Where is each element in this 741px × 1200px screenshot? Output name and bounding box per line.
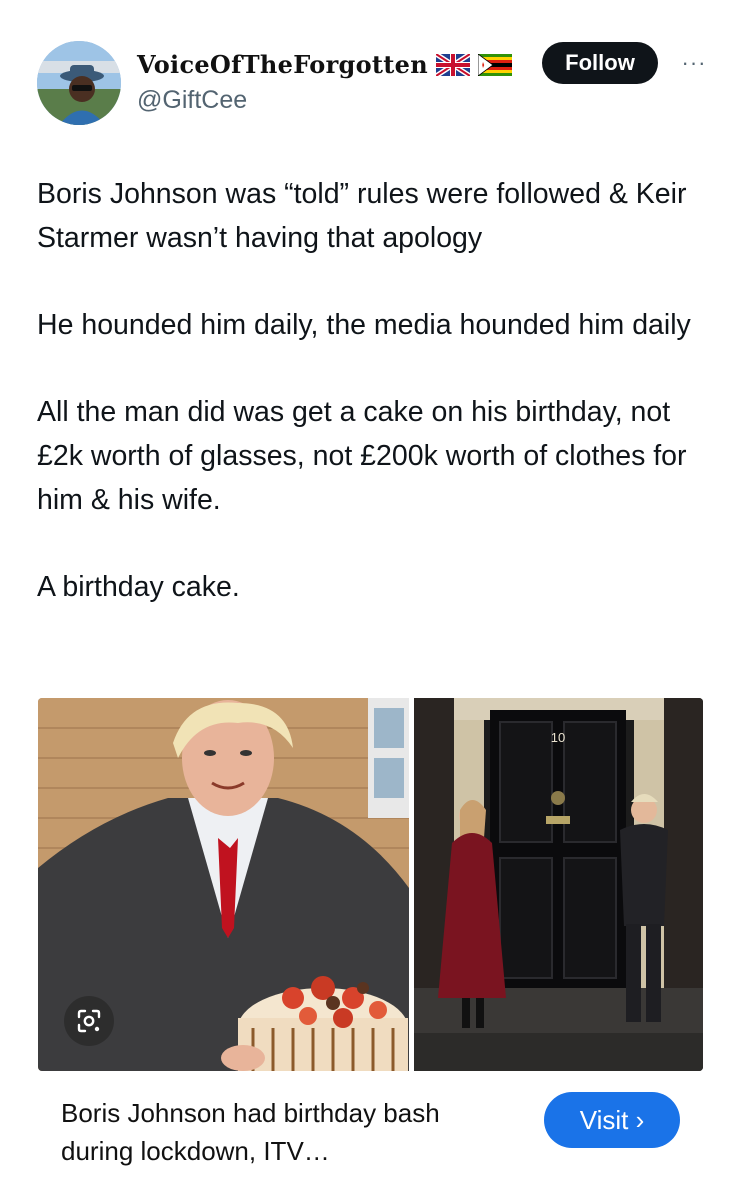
google-lens-icon[interactable] [64, 996, 114, 1046]
handle[interactable]: @GiftCee [137, 86, 247, 115]
tweet-paragraph: All the man did was get a cake on his bi… [37, 396, 687, 516]
card-title[interactable]: Boris Johnson had birthday bash during l… [61, 1094, 491, 1170]
tweet-paragraph: He hounded him daily, the media hounded … [37, 309, 691, 341]
tweet-paragraph: A birthday cake. [37, 571, 240, 603]
avatar[interactable] [37, 41, 121, 125]
link-card[interactable]: 10 Boris Johnson had birthday bash durin… [38, 698, 703, 1172]
name-row: VoiceOfTheForgotten [137, 50, 512, 79]
tweet-text: Boris Johnson was “told” rules were foll… [37, 172, 717, 652]
uk-flag-icon [434, 51, 472, 78]
follow-button[interactable]: Follow [542, 42, 658, 84]
downing-street-photo: 10 [414, 698, 703, 1071]
display-name[interactable]: VoiceOfTheForgotten [137, 50, 428, 79]
visit-button[interactable]: Visit › [544, 1092, 680, 1148]
tweet-paragraph: Boris Johnson was “told” rules were foll… [37, 178, 687, 254]
zimbabwe-flag-icon [477, 52, 512, 77]
birthday-cake-photo [38, 698, 409, 1071]
card-images[interactable]: 10 [38, 698, 703, 1071]
more-options-icon[interactable]: ··· [677, 48, 711, 78]
door-number: 10 [551, 730, 565, 745]
tweet-header: VoiceOfTheForgotten @GiftCee Follow ··· [37, 38, 717, 128]
